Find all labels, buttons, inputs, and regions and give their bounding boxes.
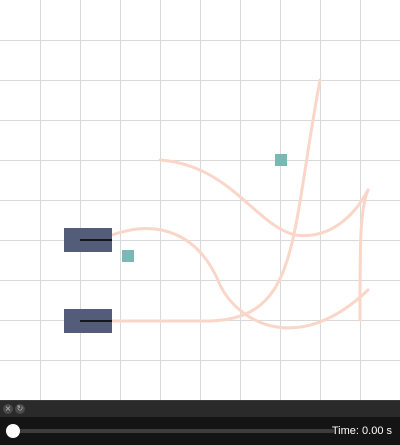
vehicle-1 <box>64 228 112 252</box>
vehicle-2 <box>64 309 112 333</box>
time-readout: Time: 0.00 s <box>331 425 392 437</box>
simulation-scene <box>0 0 400 400</box>
path-curve-4 <box>358 188 370 322</box>
path-curve-1 <box>158 158 370 238</box>
playback-bar: Time: 0.00 s <box>0 417 400 445</box>
window-controls: × ↻ <box>0 400 400 417</box>
grid <box>0 0 400 400</box>
close-circle-icon[interactable]: × <box>3 404 13 414</box>
time-slider-thumb[interactable] <box>6 424 20 438</box>
obstacle-1 <box>122 250 134 262</box>
detach-circle-icon[interactable]: ↻ <box>15 404 25 414</box>
simulation-canvas <box>0 0 400 400</box>
time-slider-track[interactable] <box>8 429 334 433</box>
obstacle-2 <box>275 154 287 166</box>
